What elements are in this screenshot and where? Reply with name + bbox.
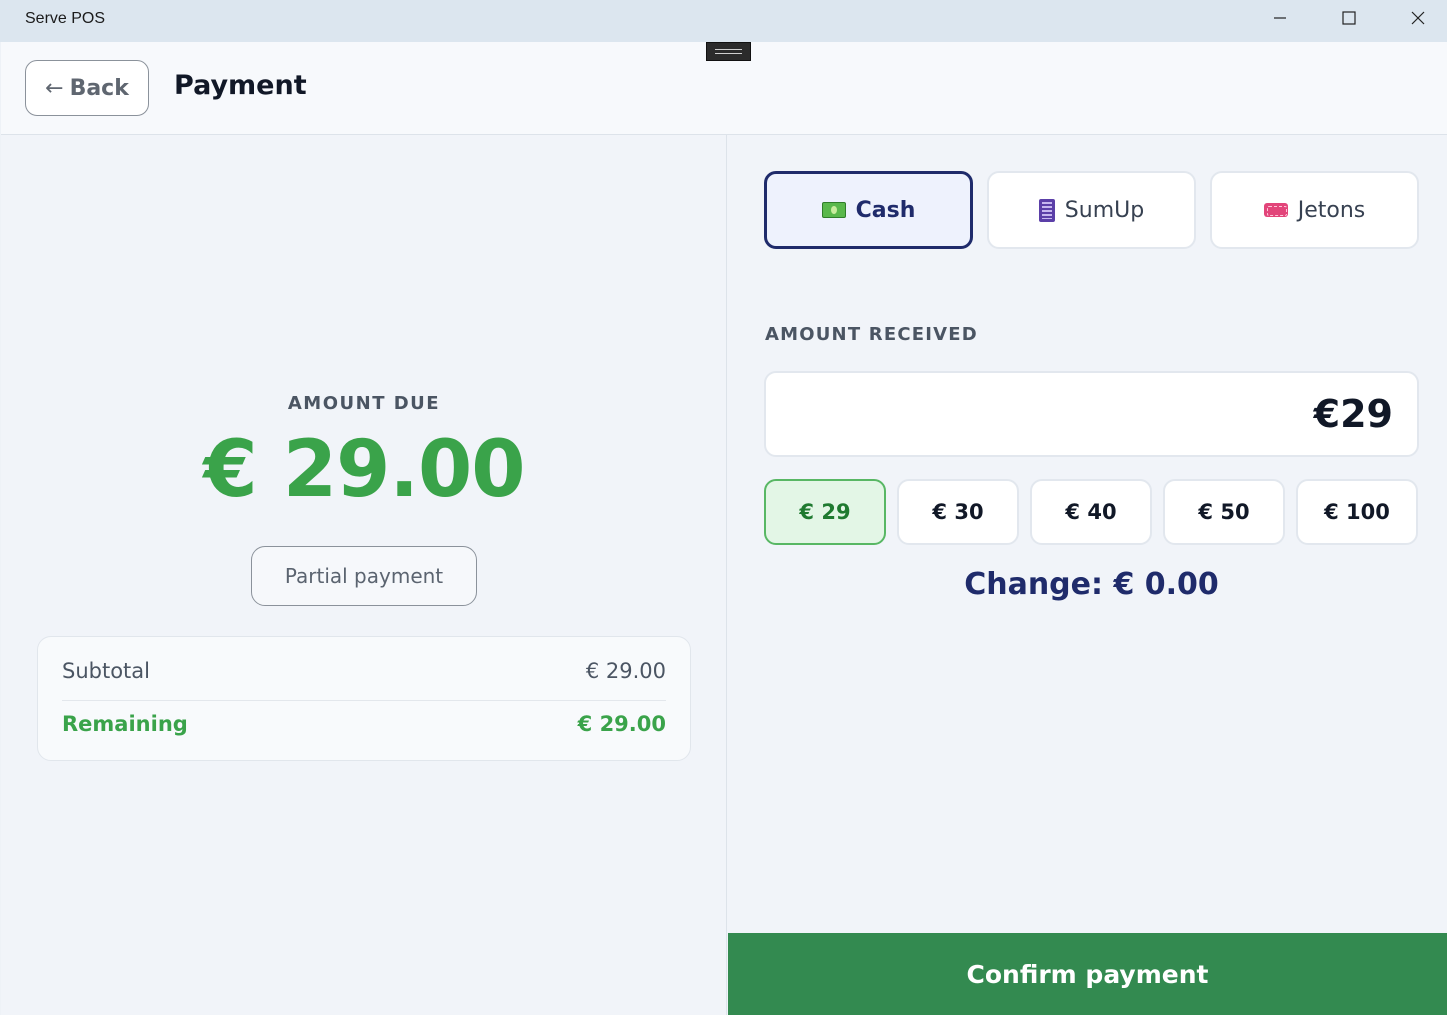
confirm-payment-button[interactable]: Confirm payment (728, 933, 1447, 1015)
change-amount: Change: € 0.00 (964, 567, 1219, 602)
quick-amount-100-button[interactable]: € 100 (1296, 479, 1418, 545)
amount-received-label: AMOUNT RECEIVED (765, 324, 978, 345)
amount-due-panel: AMOUNT DUE € 29.00 Partial payment Subto… (1, 135, 727, 1015)
window-title: Serve POS (25, 10, 106, 27)
maximize-icon (1341, 11, 1356, 25)
method-jetons-button[interactable]: Jetons (1210, 171, 1419, 249)
method-jetons-label: Jetons (1297, 197, 1366, 223)
grip-icon (715, 49, 742, 54)
close-icon (1411, 11, 1424, 25)
app-area: ← Back Payment AMOUNT DUE € 29.00 Partia… (1, 42, 1447, 1015)
quick-amount-29-button[interactable]: € 29 (764, 479, 886, 545)
card-terminal-icon (1038, 198, 1055, 222)
amount-due-value: € 29.00 (203, 425, 525, 515)
cash-icon (821, 202, 846, 218)
quick-amount-40-button[interactable]: € 40 (1030, 479, 1152, 545)
summary-divider (62, 700, 666, 701)
minimize-button[interactable] (1245, 0, 1314, 36)
subtotal-row: Subtotal € 29.00 (62, 659, 666, 683)
minimize-icon (1273, 17, 1286, 19)
back-label: Back (69, 75, 129, 101)
method-cash-label: Cash (855, 197, 916, 223)
quick-amount-buttons: € 29 € 30 € 40 € 50 € 100 (764, 479, 1419, 545)
back-button[interactable]: ← Back (25, 60, 149, 116)
close-button[interactable] (1383, 0, 1447, 36)
page-title: Payment (174, 70, 307, 101)
maximize-button[interactable] (1314, 0, 1383, 36)
payment-summary: Subtotal € 29.00 Remaining € 29.00 (37, 636, 691, 761)
quick-amount-30-button[interactable]: € 30 (897, 479, 1019, 545)
window-titlebar: Serve POS (0, 0, 1447, 42)
method-cash-button[interactable]: Cash (764, 171, 973, 249)
back-arrow-icon: ← (45, 75, 64, 101)
amount-received-input[interactable] (764, 371, 1419, 457)
payment-method-panel: Cash SumUp Jetons AMOUNT RECEIVED € 29 €… (728, 135, 1447, 1015)
method-sumup-label: SumUp (1064, 197, 1145, 223)
partial-payment-button[interactable]: Partial payment (251, 546, 477, 606)
remaining-row: Remaining € 29.00 (62, 712, 666, 736)
payment-method-tabs: Cash SumUp Jetons (764, 171, 1419, 249)
amount-due-label: AMOUNT DUE (287, 393, 441, 414)
quick-amount-50-button[interactable]: € 50 (1163, 479, 1285, 545)
subtotal-value: € 29.00 (585, 659, 666, 683)
drag-handle[interactable] (706, 42, 751, 61)
subtotal-label: Subtotal (62, 659, 150, 683)
ticket-icon (1263, 203, 1288, 217)
remaining-value: € 29.00 (577, 712, 666, 736)
remaining-label: Remaining (62, 712, 188, 736)
method-sumup-button[interactable]: SumUp (987, 171, 1196, 249)
